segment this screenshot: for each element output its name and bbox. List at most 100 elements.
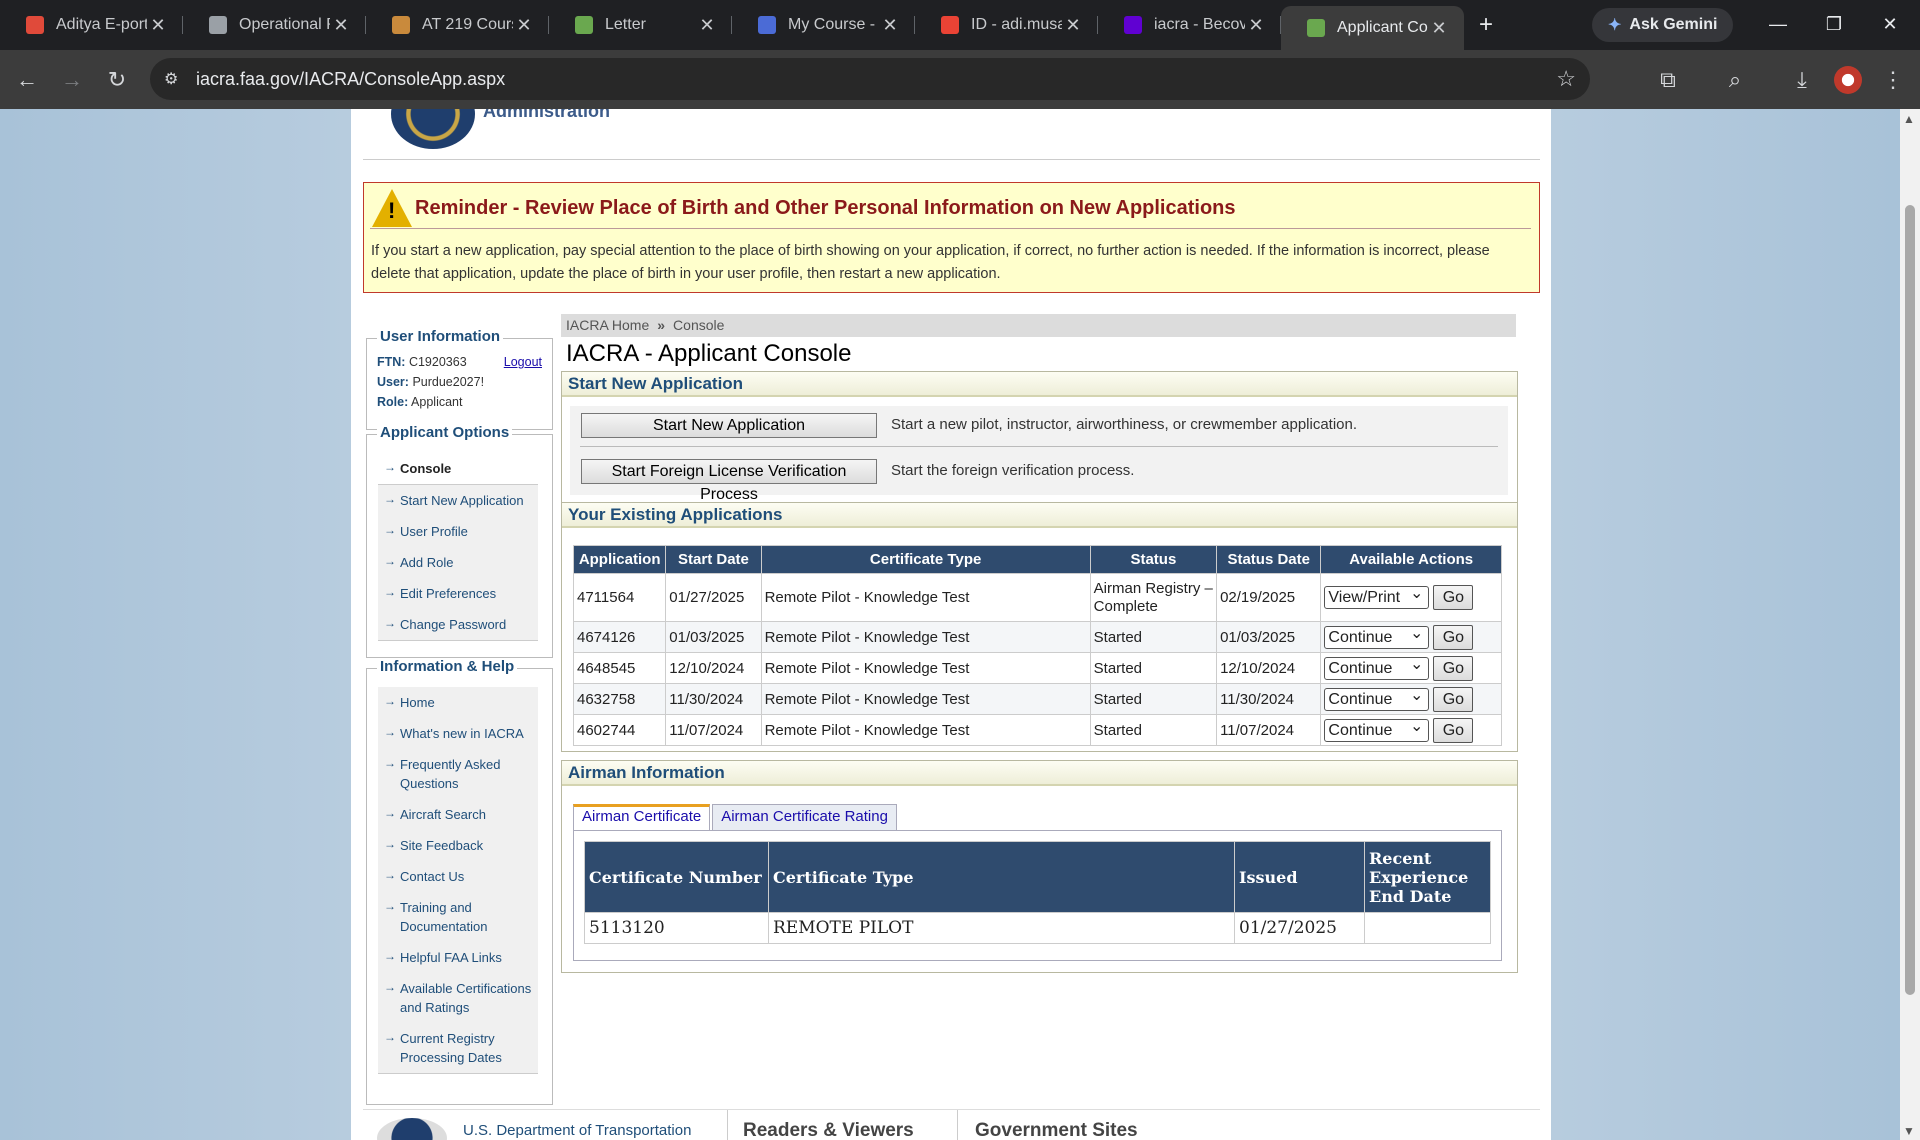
foreign-verification-button[interactable]: Start Foreign License Verification Proce… xyxy=(581,459,877,503)
reminder-body: If you start a new application, pay spec… xyxy=(371,243,1490,282)
menu-item[interactable]: Site Feedback xyxy=(378,830,538,861)
footer-divider xyxy=(727,1110,728,1140)
user-row: User: Purdue2027! xyxy=(377,375,484,389)
tab-favicon-icon xyxy=(758,16,776,34)
menu-item[interactable]: Current Registry Processing Dates xyxy=(378,1023,538,1073)
reload-icon[interactable]: ↻ xyxy=(100,67,134,93)
breadcrumb-current: Console xyxy=(673,317,725,333)
cell-status-date: 02/19/2025 xyxy=(1216,573,1322,622)
menu-item[interactable]: What's new in IACRA xyxy=(378,718,538,749)
browser-tab[interactable]: Applicant Con ✕ xyxy=(1281,6,1464,50)
restore-button[interactable]: ❐ xyxy=(1806,0,1862,48)
browser-tab[interactable]: iacra - Becovi ✕ xyxy=(1098,0,1281,50)
go-button[interactable]: Go xyxy=(1433,686,1474,712)
reminder-rule xyxy=(370,228,1531,229)
tab-close-icon[interactable]: ✕ xyxy=(1428,18,1450,39)
breadcrumb-home[interactable]: IACRA Home xyxy=(566,317,649,333)
menu-item[interactable]: Home xyxy=(378,687,538,718)
go-button[interactable]: Go xyxy=(1433,624,1474,650)
back-icon[interactable]: ← xyxy=(10,67,44,93)
menu-item[interactable]: Console xyxy=(378,453,538,485)
tab-favicon-icon xyxy=(941,16,959,34)
go-button[interactable]: Go xyxy=(1433,585,1474,610)
action-select[interactable]: Continue xyxy=(1324,623,1430,649)
tab-search-icon[interactable]: ⌕ xyxy=(1718,67,1752,93)
tab-close-icon[interactable]: ✕ xyxy=(696,15,718,36)
browser-tab[interactable]: ID - adi.musal ✕ xyxy=(915,0,1098,50)
scroll-down-arrow[interactable]: ▼ xyxy=(1903,1124,1915,1138)
download-icon[interactable]: ⤓ xyxy=(1785,67,1819,93)
go-button[interactable]: Go xyxy=(1433,717,1474,743)
tab-airman-certificate[interactable]: Airman Certificate xyxy=(573,804,711,830)
cell-start: 12/10/2024 xyxy=(665,652,762,684)
menu-item[interactable]: Training and Documentation xyxy=(378,892,538,942)
url-text[interactable]: iacra.faa.gov/IACRA/ConsoleApp.aspx xyxy=(196,69,505,90)
tab-close-icon[interactable]: ✕ xyxy=(330,15,352,36)
info-help-menu: HomeWhat's new in IACRAFrequently Asked … xyxy=(378,687,538,1074)
browser-tab[interactable]: Letter ✕ xyxy=(549,0,732,50)
menu-item[interactable]: Start New Application xyxy=(378,485,538,516)
ask-gemini-button[interactable]: ✦ Ask Gemini xyxy=(1592,8,1734,42)
menu-item[interactable]: Contact Us xyxy=(378,861,538,892)
scrollbar-thumb[interactable] xyxy=(1905,205,1915,995)
scroll-up-arrow[interactable]: ▲ xyxy=(1903,112,1915,126)
logout-link[interactable]: Logout xyxy=(504,355,542,369)
cell-actions: View/PrintGo xyxy=(1320,573,1502,622)
minimize-button[interactable]: — xyxy=(1750,0,1806,48)
role-row: Role: Applicant xyxy=(377,395,462,409)
bookmark-star-icon[interactable]: ☆ xyxy=(1556,66,1576,92)
user-value: Purdue2027! xyxy=(412,375,485,389)
cell-app: 4602744 xyxy=(572,714,667,746)
browser-tab[interactable]: Aditya E-portf ✕ xyxy=(0,0,183,50)
menu-item[interactable]: Aircraft Search xyxy=(378,799,538,830)
new-tab-button[interactable]: + xyxy=(1464,11,1508,39)
info-help-legend: Information & Help xyxy=(377,658,518,675)
breadcrumb: IACRA Home » Console xyxy=(561,314,1516,337)
menu-item[interactable]: Add Role xyxy=(378,547,538,578)
start-new-box: Start New Application Start a new pilot,… xyxy=(570,406,1508,503)
tab-title: iacra - Becovi xyxy=(1154,16,1245,33)
tab-close-icon[interactable]: ✕ xyxy=(1062,15,1084,36)
info-help-panel: Information & Help HomeWhat's new in IAC… xyxy=(366,658,553,1105)
tab-close-icon[interactable]: ✕ xyxy=(879,15,901,36)
header-divider xyxy=(363,159,1540,160)
existing-apps-heading: Your Existing Applications xyxy=(562,503,1517,528)
profile-avatar[interactable] xyxy=(1834,66,1862,94)
start-new-application-button[interactable]: Start New Application xyxy=(581,413,877,438)
forward-icon[interactable]: → xyxy=(55,67,89,93)
cell-status: Airman Registry – Complete xyxy=(1089,573,1218,622)
menu-item[interactable]: Frequently Asked Questions xyxy=(378,749,538,799)
airman-info-heading: Airman Information xyxy=(562,761,1517,786)
tab-title: AT 219 Course xyxy=(422,16,513,33)
cell-start: 01/03/2025 xyxy=(665,621,762,653)
action-select[interactable]: View/Print xyxy=(1324,583,1430,609)
dot-link[interactable]: U.S. Department of Transportation xyxy=(463,1122,691,1139)
close-window-button[interactable]: ✕ xyxy=(1862,0,1918,48)
start-new-section: Start New Application Start New Applicat… xyxy=(561,371,1518,509)
go-button[interactable]: Go xyxy=(1433,655,1474,681)
action-select[interactable]: Continue xyxy=(1324,716,1430,742)
site-info-icon[interactable]: ⚙ xyxy=(164,69,178,89)
column-header: Application xyxy=(572,545,667,574)
action-select[interactable]: Continue xyxy=(1324,654,1430,680)
tab-close-icon[interactable]: ✕ xyxy=(513,15,535,36)
menu-item[interactable]: Helpful FAA Links xyxy=(378,942,538,973)
menu-item[interactable]: Change Password xyxy=(378,609,538,640)
menu-item[interactable]: Available Certifications and Ratings xyxy=(378,973,538,1023)
tab-close-icon[interactable]: ✕ xyxy=(147,15,169,36)
applicant-options-menu: ConsoleStart New ApplicationUser Profile… xyxy=(378,453,538,641)
tab-close-icon[interactable]: ✕ xyxy=(1245,15,1267,36)
tab-favicon-icon xyxy=(1307,19,1325,37)
role-label: Role: xyxy=(377,395,409,409)
browser-tab[interactable]: Operational Pl✕ xyxy=(183,0,366,50)
address-bar[interactable]: ⚙ iacra.faa.gov/IACRA/ConsoleApp.aspx ☆ xyxy=(150,58,1590,100)
tab-airman-certificate-rating[interactable]: Airman Certificate Rating xyxy=(712,804,897,830)
menu-kebab-icon[interactable]: ⋮ xyxy=(1876,67,1910,93)
action-select[interactable]: Continue xyxy=(1324,685,1430,711)
browser-tab[interactable]: AT 219 Course✕ xyxy=(366,0,549,50)
extensions-icon[interactable]: ⧉ xyxy=(1651,67,1685,93)
menu-item[interactable]: User Profile xyxy=(378,516,538,547)
col-certificate-number: Certificate Number xyxy=(584,841,769,913)
browser-tab[interactable]: My Course - E✕ xyxy=(732,0,915,50)
menu-item[interactable]: Edit Preferences xyxy=(378,578,538,609)
